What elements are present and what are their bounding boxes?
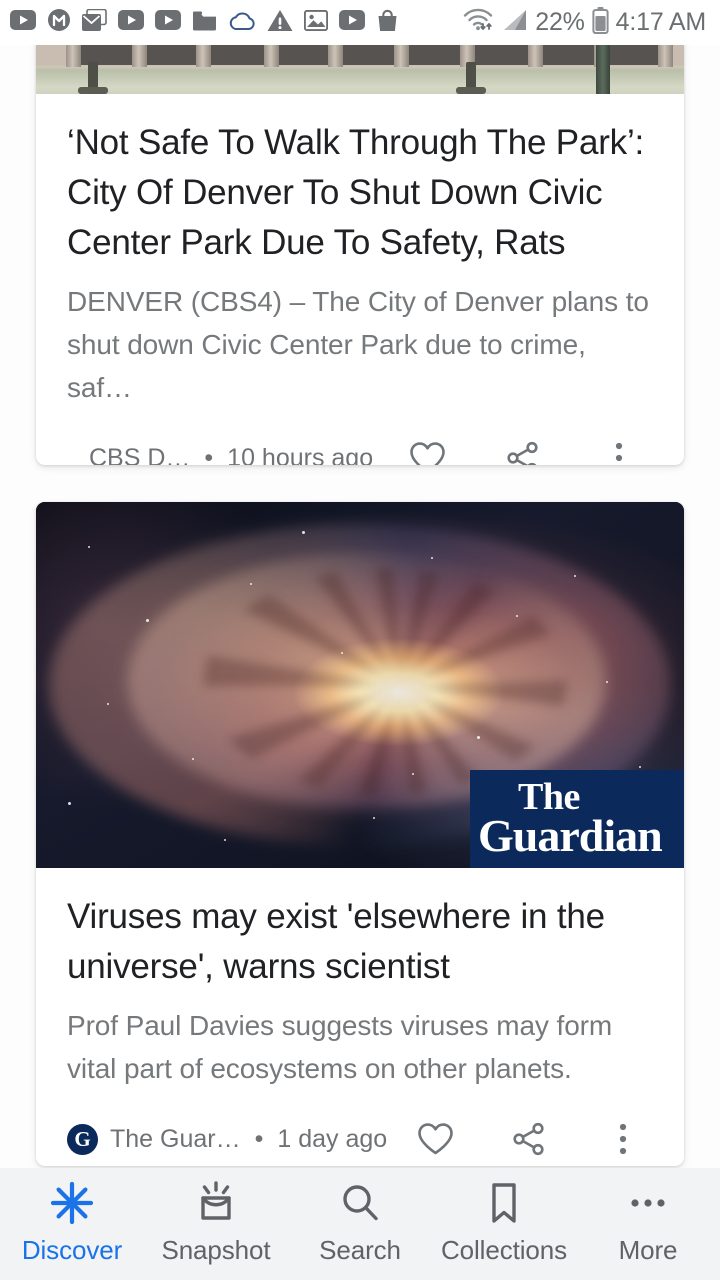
meta-separator: • (254, 1124, 264, 1153)
status-bar-clock: 4:17 AM (615, 8, 707, 36)
play-video-icon (339, 10, 365, 35)
nav-label-search: Search (319, 1235, 401, 1265)
nav-item-discover[interactable]: Discover (0, 1180, 144, 1266)
shopping-bag-icon (376, 9, 399, 37)
battery-percent-label: 22% (535, 8, 585, 36)
card-image[interactable] (36, 45, 684, 94)
avatar: G (67, 1123, 98, 1155)
nav-item-collections[interactable]: Collections (432, 1180, 576, 1266)
nav-label-discover: Discover (21, 1235, 123, 1265)
warning-triangle-icon (267, 9, 293, 37)
nav-label-snapshot: Snapshot (161, 1235, 271, 1265)
monogram-m-icon (47, 8, 71, 37)
cell-signal-icon (501, 8, 528, 37)
more-vertical-icon[interactable] (599, 438, 639, 465)
guardian-wordmark: The Guardian (478, 778, 663, 862)
image-icon (303, 9, 329, 36)
nav-item-search[interactable]: Search (288, 1180, 432, 1266)
status-bar-system-icons: 22% 4:17 AM (462, 6, 707, 39)
battery-icon (592, 6, 609, 39)
nav-label-more: More (618, 1235, 678, 1265)
card-headline[interactable]: ‘Not Safe To Walk Through The Park’: Cit… (67, 118, 653, 268)
card-source-info: CBS D… • 10 hours ago (67, 444, 373, 466)
card-body: Viruses may exist 'elsewhere in the univ… (36, 868, 684, 1166)
card-snippet: DENVER (CBS4) – The City of Denver plans… (67, 286, 649, 403)
card-source-info: G The Guar… • 1 day ago (67, 1123, 388, 1155)
status-bar: 22% 4:17 AM (0, 0, 720, 45)
guardian-logo-line2: Guardian (478, 810, 663, 862)
meta-separator: • (204, 443, 214, 466)
nav-label-collections: Collections (440, 1235, 568, 1265)
card-source-name: CBS D… (89, 443, 191, 466)
play-video-icon (10, 10, 36, 35)
share-icon[interactable] (503, 438, 543, 465)
news-card[interactable]: The Guardian Viruses may exist 'elsewher… (36, 502, 684, 1166)
bottom-navigation-bar: Discover Snapshot Search Collections Mor… (0, 1168, 720, 1280)
cloud-outline-icon (228, 10, 256, 36)
search-icon (337, 1180, 383, 1226)
discover-asterisk-icon (49, 1180, 95, 1226)
bookmark-icon (481, 1180, 527, 1226)
card-meta-row: G The Guar… • 1 day ago (67, 1112, 653, 1166)
share-icon[interactable] (509, 1119, 549, 1159)
news-card[interactable]: ‘Not Safe To Walk Through The Park’: Cit… (36, 45, 684, 465)
heart-icon[interactable] (415, 1119, 455, 1159)
publisher-logo-overlay: The Guardian (470, 770, 684, 868)
app-root: 22% 4:17 AM ‘Not Safe To Walk Through Th… (0, 0, 720, 1280)
wifi-transfer-icon (462, 7, 494, 38)
card-headline[interactable]: Viruses may exist 'elsewhere in the univ… (67, 892, 653, 992)
mail-stack-icon (82, 8, 107, 37)
card-snippet: Prof Paul Davies suggests viruses may fo… (67, 1010, 613, 1084)
more-vertical-icon[interactable] (603, 1119, 643, 1159)
nav-item-snapshot[interactable]: Snapshot (144, 1180, 288, 1266)
card-timestamp: 10 hours ago (227, 443, 374, 466)
status-bar-notification-icons (10, 8, 399, 37)
heart-icon[interactable] (407, 438, 447, 465)
play-video-icon (118, 10, 144, 35)
play-video-icon (155, 10, 181, 35)
card-meta-row: CBS D… • 10 hours ago (67, 431, 653, 465)
card-image[interactable]: The Guardian (36, 502, 684, 868)
card-body: ‘Not Safe To Walk Through The Park’: Cit… (36, 94, 684, 465)
card-source-name: The Guar… (110, 1124, 241, 1153)
discover-feed[interactable]: ‘Not Safe To Walk Through The Park’: Cit… (0, 45, 720, 1168)
card-timestamp: 1 day ago (277, 1124, 388, 1153)
nav-item-more[interactable]: More (576, 1180, 720, 1266)
folder-icon (192, 10, 217, 36)
card-actions (407, 438, 653, 465)
snapshot-tray-icon (193, 1180, 239, 1226)
more-horizontal-icon (625, 1180, 671, 1226)
civic-center-photo (36, 45, 684, 94)
card-actions (415, 1119, 653, 1159)
